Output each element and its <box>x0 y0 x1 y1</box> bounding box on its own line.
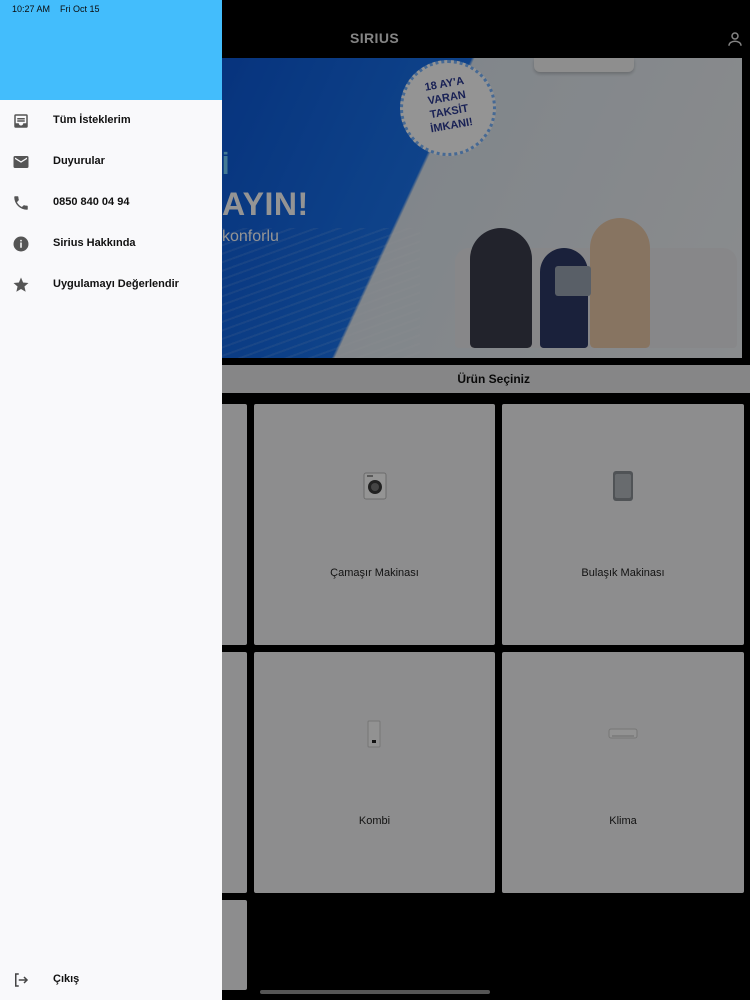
star-icon <box>13 277 29 292</box>
drawer-item-phone[interactable]: 0850 840 04 94 <box>0 182 222 222</box>
status-bar-date: Fri Oct 15 <box>60 4 100 14</box>
drawer-item-label: Tüm İsteklerim <box>53 114 131 126</box>
inbox-icon <box>14 114 28 128</box>
drawer-item-label: Uygulamayı Değerlendir <box>53 278 179 290</box>
drawer-item-label: Duyurular <box>53 155 105 167</box>
drawer-header: 10:27 AM Fri Oct 15 <box>0 0 222 100</box>
logout-icon <box>15 973 29 987</box>
drawer-item-all-requests[interactable]: Tüm İsteklerim <box>0 100 222 140</box>
drawer-item-announcements[interactable]: Duyurular <box>0 141 222 181</box>
drawer-item-logout[interactable]: Çıkış <box>0 959 222 999</box>
home-indicator[interactable] <box>260 990 490 994</box>
phone-icon <box>14 196 28 210</box>
mail-icon <box>13 156 29 168</box>
side-drawer: 10:27 AM Fri Oct 15 Tüm İsteklerim Duyur… <box>0 0 222 1000</box>
drawer-item-about[interactable]: Sirius Hakkında <box>0 223 222 263</box>
status-bar-time: 10:27 AM <box>12 4 51 14</box>
info-icon <box>13 236 29 252</box>
drawer-item-rate-app[interactable]: Uygulamayı Değerlendir <box>0 264 222 304</box>
drawer-item-label: Sirius Hakkında <box>53 237 136 249</box>
drawer-item-label: Çıkış <box>53 973 80 985</box>
drawer-item-label: 0850 840 04 94 <box>53 196 130 208</box>
